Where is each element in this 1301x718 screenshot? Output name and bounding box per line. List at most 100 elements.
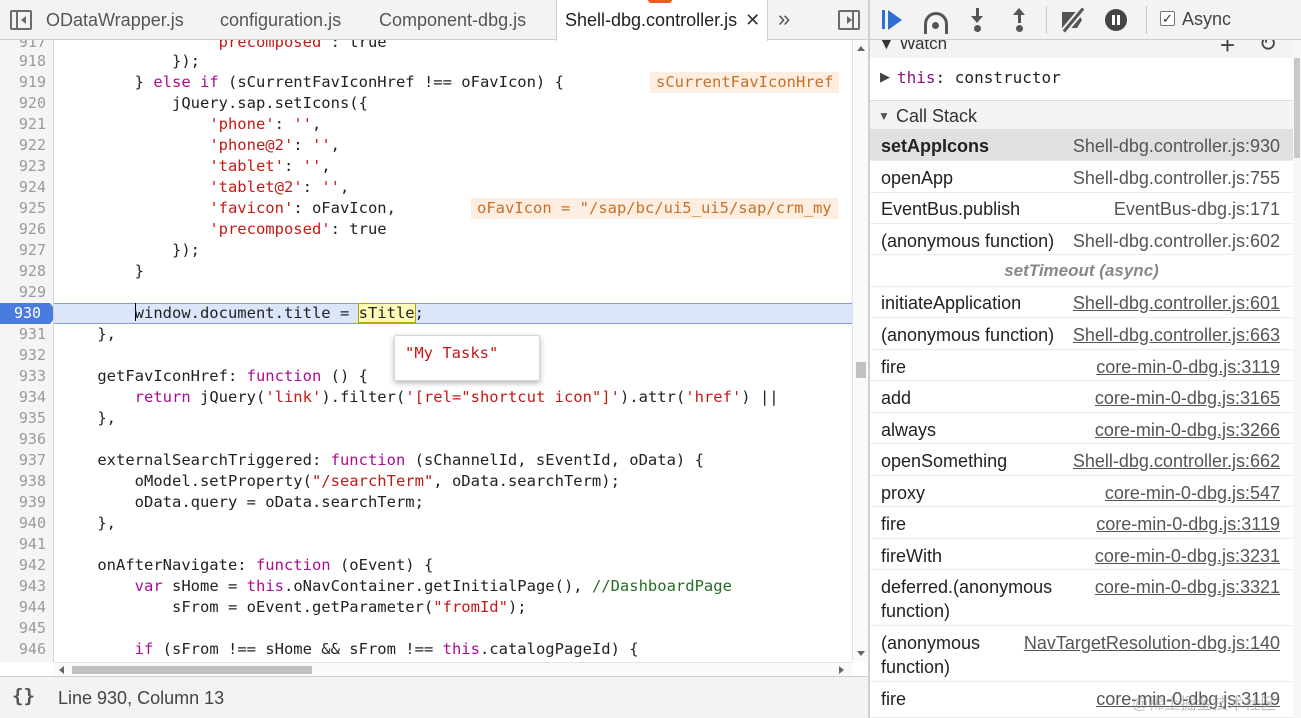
frame-location[interactable]: core-min-0-dbg.js:3321: [1095, 575, 1280, 599]
call-frame[interactable]: openApp Shell-dbg.controller.js:755: [870, 161, 1293, 193]
frame-location[interactable]: core-min-0-dbg.js:3231: [1095, 544, 1280, 568]
tab-label: Shell-dbg.controller.js: [565, 10, 738, 30]
resume-icon[interactable]: [882, 8, 906, 32]
frame-location[interactable]: core-min-0-dbg.js:3266: [1095, 418, 1280, 442]
line-number: 921: [18, 115, 46, 133]
code-line: },: [60, 325, 116, 343]
line-number: 920: [18, 94, 46, 112]
scroll-thumb[interactable]: [72, 666, 312, 674]
hovered-variable[interactable]: sTitle: [357, 303, 416, 323]
frame-function: (anonymous function): [881, 633, 981, 677]
watch-item[interactable]: ▶ this: constructor: [870, 58, 1293, 100]
frame-location[interactable]: EventBus-dbg.js:171: [1114, 197, 1280, 221]
scroll-thumb[interactable]: [1294, 58, 1300, 158]
frame-function: (anonymous function): [881, 231, 1055, 251]
line-number: 942: [18, 556, 46, 574]
call-frame[interactable]: always core-min-0-dbg.js:3266: [870, 413, 1293, 444]
scroll-thumb[interactable]: [856, 362, 866, 378]
tab-component-dbg[interactable]: Component-dbg.js: [379, 0, 526, 40]
code-line: }: [60, 262, 144, 280]
line-number: 944: [18, 598, 46, 616]
call-stack-header[interactable]: ▼ Call Stack: [870, 100, 1293, 130]
tab-configuration[interactable]: configuration.js: [220, 0, 341, 40]
refresh-icon[interactable]: ↻: [1259, 40, 1277, 57]
inline-value-scurrentfaviconhref: sCurrentFavIconHref: [650, 72, 840, 93]
cursor-position: Line 930, Column 13: [58, 688, 225, 708]
code-line-current: window.document.title = sTitle;: [134, 303, 424, 323]
line-number: 941: [18, 535, 46, 553]
call-frame[interactable]: EventBus.publish EventBus-dbg.js:171: [870, 193, 1293, 224]
call-frame[interactable]: add core-min-0-dbg.js:3165: [870, 381, 1293, 413]
code-line: if (sFrom !== sHome && sFrom !== this.ca…: [134, 640, 639, 658]
watch-section-header[interactable]: ▼ Watch + ↻: [870, 40, 1293, 58]
code-line: var sHome = this.oNavContainer.getInitia…: [134, 577, 732, 595]
line-number: 945: [18, 619, 46, 637]
tab-label: configuration.js: [220, 10, 342, 30]
scroll-right-icon[interactable]: [839, 666, 844, 674]
call-frame[interactable]: initiateApplication Shell-dbg.controller…: [870, 287, 1293, 318]
frame-location[interactable]: Shell-dbg.controller.js:755: [1073, 166, 1280, 190]
breakpoint-marker[interactable]: 930: [0, 303, 53, 324]
code-line: onAfterNavigate: function (oEvent) {: [60, 556, 434, 574]
line-number: 919: [18, 73, 46, 91]
call-frame[interactable]: (anonymous function) Shell-dbg.controlle…: [870, 224, 1293, 255]
line-number: 931: [18, 325, 46, 343]
sidebar-scrollbar[interactable]: [1293, 40, 1301, 718]
frame-location[interactable]: core-min-0-dbg.js:3119: [1096, 355, 1280, 379]
expand-icon[interactable]: ▶: [880, 69, 890, 85]
frame-location[interactable]: Shell-dbg.controller.js:601: [1073, 291, 1280, 315]
code-line: return jQuery('link').filter('[rel="shor…: [134, 388, 779, 406]
call-frame[interactable]: fire core-min-0-dbg.js:3119: [870, 350, 1293, 381]
line-number: 936: [18, 430, 46, 448]
deactivate-breakpoints-icon[interactable]: [1060, 7, 1088, 33]
call-frame[interactable]: fireWith core-min-0-dbg.js:3231: [870, 539, 1293, 570]
code-line: });: [60, 52, 200, 70]
line-number: 932: [18, 346, 46, 364]
scroll-down-icon[interactable]: [857, 651, 865, 656]
frame-function: add: [881, 388, 912, 408]
code-line: } else if (sCurrentFavIconHref !== oFavI…: [60, 73, 564, 91]
frame-function: (anonymous function): [881, 325, 1055, 345]
step-into-icon[interactable]: [970, 8, 986, 32]
code-vertical-scrollbar[interactable]: [852, 40, 868, 662]
frame-location[interactable]: Shell-dbg.controller.js:930: [1073, 134, 1280, 158]
scroll-left-icon[interactable]: [59, 666, 64, 674]
pretty-print-icon[interactable]: {}: [12, 685, 35, 707]
tab-overflow-icon[interactable]: »: [778, 6, 790, 32]
line-number: 939: [18, 493, 46, 511]
frame-location[interactable]: core-min-0-dbg.js:3165: [1095, 386, 1280, 410]
code-horizontal-scrollbar[interactable]: [54, 662, 852, 676]
frame-location[interactable]: core-min-0-dbg.js:3119: [1096, 512, 1280, 536]
frame-location[interactable]: NavTargetResolution-dbg.js:140: [1024, 631, 1280, 655]
line-number: 924: [18, 178, 46, 196]
scroll-up-icon[interactable]: [857, 46, 865, 51]
toggle-navigator-icon[interactable]: [10, 10, 32, 30]
frame-location[interactable]: Shell-dbg.controller.js:662: [1073, 449, 1280, 473]
frame-location[interactable]: Shell-dbg.controller.js:663: [1073, 323, 1280, 347]
toggle-debugger-icon[interactable]: [838, 10, 860, 30]
line-number: 940: [18, 514, 46, 532]
add-watch-icon[interactable]: +: [1220, 40, 1235, 58]
call-frame[interactable]: proxy core-min-0-dbg.js:547: [870, 476, 1293, 507]
code-line: getFavIconHref: function () {: [60, 367, 368, 385]
pause-on-exceptions-icon[interactable]: [1105, 8, 1129, 32]
step-over-icon[interactable]: [922, 8, 950, 34]
frame-function: EventBus.publish: [881, 199, 1021, 219]
tab-shell-dbg-controller[interactable]: Shell-dbg.controller.js ✕: [556, 0, 768, 41]
call-frame[interactable]: (anonymous function) NavTargetResolution…: [870, 626, 1293, 682]
line-number: 933: [18, 367, 46, 385]
tab-odatawrapper[interactable]: ODataWrapper.js: [46, 0, 184, 40]
call-frame[interactable]: fire core-min-0-dbg.js:3119: [870, 507, 1293, 539]
async-checkbox[interactable]: ✓: [1160, 11, 1175, 26]
call-frame[interactable]: (anonymous function) Shell-dbg.controlle…: [870, 318, 1293, 350]
call-stack-list: setAppIcons Shell-dbg.controller.js:930 …: [870, 130, 1293, 718]
close-icon[interactable]: ✕: [745, 10, 760, 30]
call-frame[interactable]: setAppIcons Shell-dbg.controller.js:930: [870, 130, 1293, 161]
async-label: Async: [1182, 9, 1232, 29]
call-frame[interactable]: openSomething Shell-dbg.controller.js:66…: [870, 444, 1293, 476]
line-number-gutter[interactable]: 917 918 919 920 921 922 923 924 925 926 …: [0, 40, 54, 662]
frame-location[interactable]: core-min-0-dbg.js:547: [1105, 481, 1280, 505]
call-frame[interactable]: deferred.(anonymous function) core-min-0…: [870, 570, 1293, 626]
step-out-icon[interactable]: [1012, 8, 1028, 32]
frame-location[interactable]: Shell-dbg.controller.js:602: [1073, 229, 1280, 253]
